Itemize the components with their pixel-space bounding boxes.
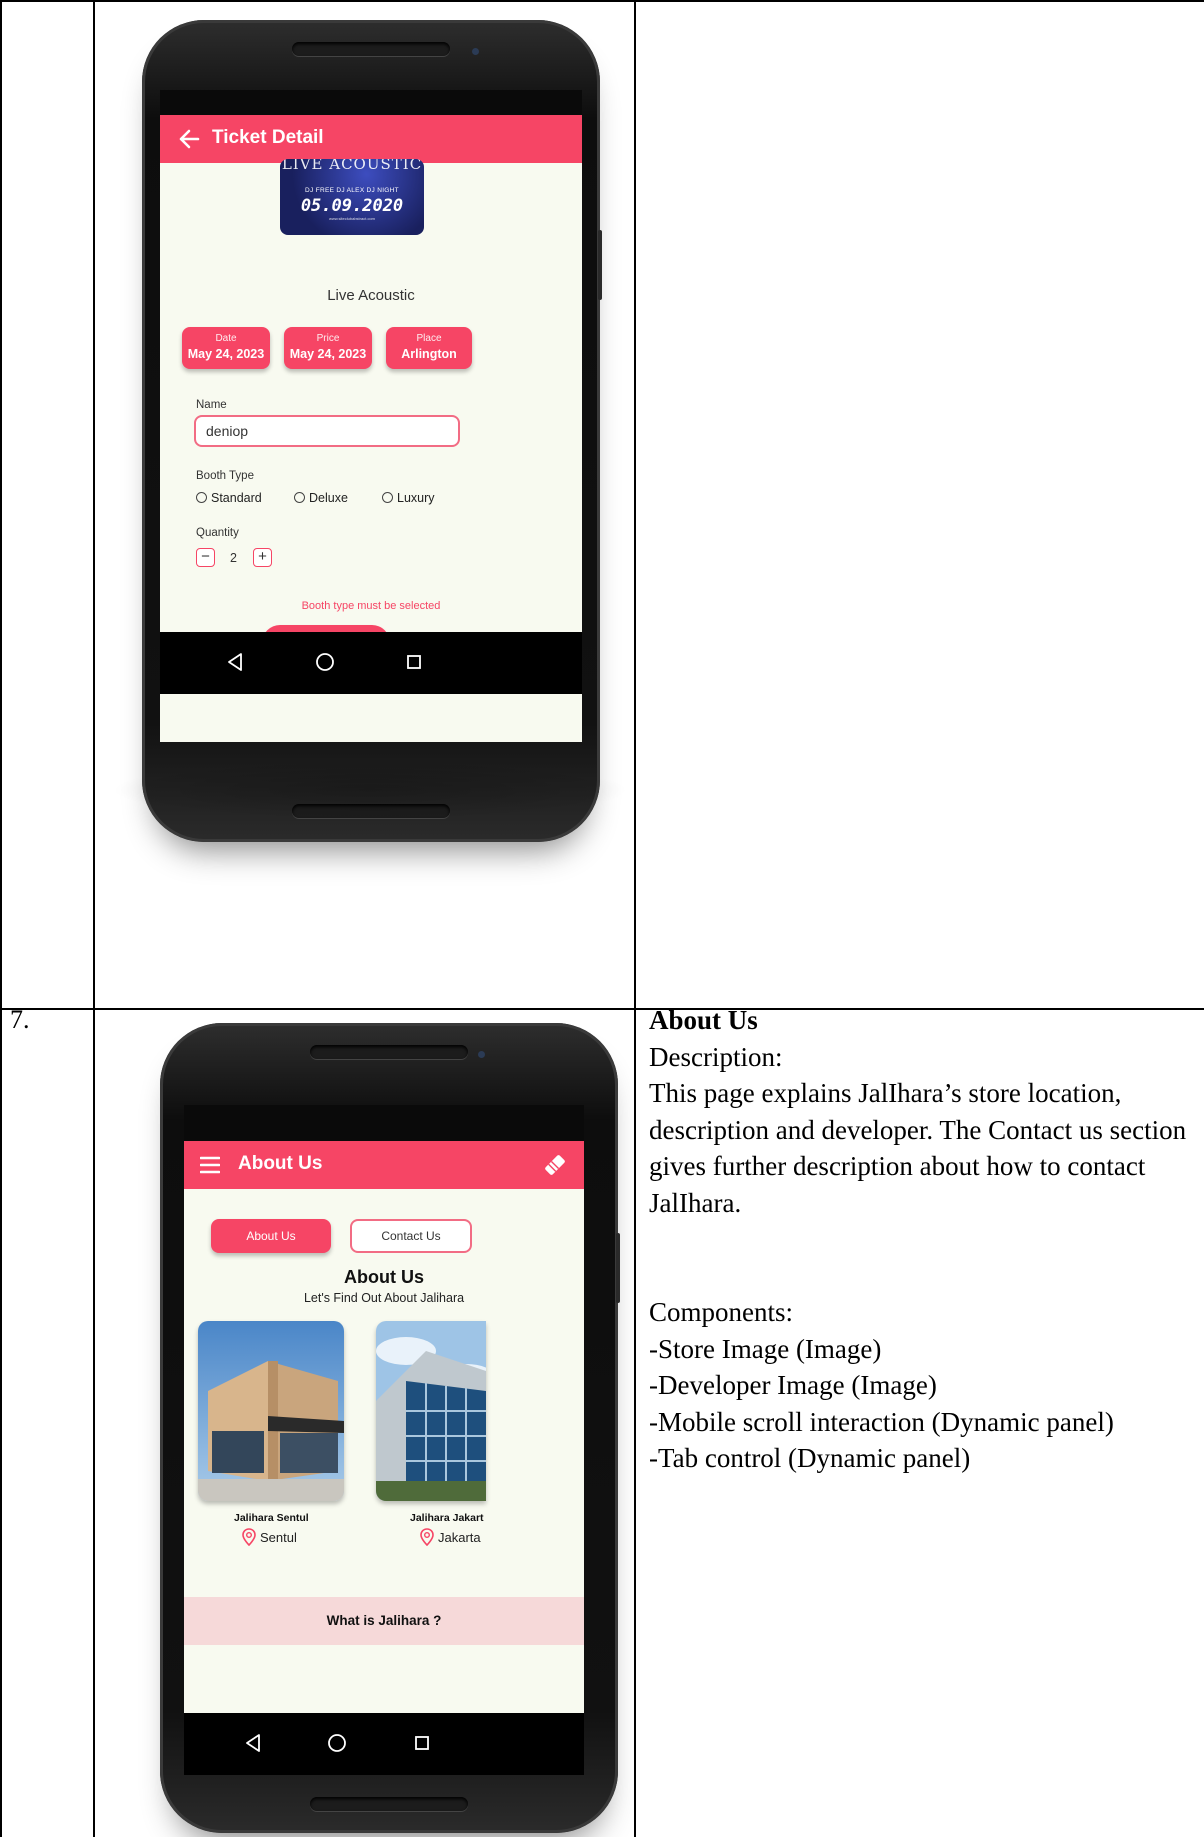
app-bar: About Us bbox=[184, 1141, 584, 1189]
store-image-jakarta bbox=[376, 1321, 486, 1501]
table-column-divider-1 bbox=[93, 0, 95, 1837]
hamburger-menu-icon[interactable] bbox=[200, 1156, 220, 1174]
status-bar bbox=[160, 90, 582, 116]
event-poster-image: LIVE ACOUSTIC DJ FREE DJ ALEX DJ NIGHT 0… bbox=[280, 159, 424, 235]
poster-url: www.siteclubabstract.com bbox=[328, 216, 375, 221]
what-is-jalihara-section[interactable]: What is Jalihara ? bbox=[184, 1597, 584, 1645]
poster-headline: LIVE ACOUSTIC bbox=[281, 159, 423, 173]
tab-about-us[interactable]: About Us bbox=[211, 1219, 331, 1253]
phone-bottom-speaker bbox=[310, 1797, 468, 1811]
tab-contact-us[interactable]: Contact Us bbox=[350, 1219, 472, 1253]
phone-speaker bbox=[292, 42, 450, 56]
store-building-illustration bbox=[376, 1321, 486, 1501]
location-pin-icon bbox=[420, 1528, 434, 1547]
name-label: Name bbox=[196, 399, 227, 411]
store-location-label: Jakarta bbox=[438, 1530, 481, 1545]
page-title: Ticket Detail bbox=[212, 127, 324, 148]
phone-about-us: About Us About Us Contact Us About Us Le… bbox=[160, 1023, 620, 1833]
home-circle-icon[interactable] bbox=[327, 1733, 347, 1753]
description-title: About Us bbox=[649, 1005, 758, 1035]
info-key: Place bbox=[416, 333, 442, 344]
row-number: 7. bbox=[10, 1005, 30, 1034]
name-input[interactable]: deniop bbox=[194, 415, 460, 447]
page-title: About Us bbox=[238, 1153, 323, 1174]
description-text: This page explains JalIhara’s store loca… bbox=[649, 1078, 1187, 1218]
phone-side-key bbox=[616, 1233, 620, 1303]
quantity-value: 2 bbox=[230, 551, 237, 565]
error-message: Booth type must be selected bbox=[301, 600, 441, 612]
description-label: Description: bbox=[649, 1041, 783, 1072]
android-nav-bar bbox=[160, 632, 582, 694]
phone-side-key bbox=[598, 230, 602, 300]
recents-square-icon[interactable] bbox=[406, 654, 422, 670]
event-name: Live Acoustic bbox=[327, 287, 415, 304]
screen: About Us About Us Contact Us About Us Le… bbox=[184, 1105, 584, 1713]
radio-standard[interactable]: Standard bbox=[196, 491, 262, 505]
info-value: May 24, 2023 bbox=[289, 347, 367, 361]
component-item: -Store Image (Image) bbox=[649, 1333, 882, 1364]
app-bar: Ticket Detail bbox=[160, 115, 582, 163]
back-triangle-icon[interactable] bbox=[226, 652, 244, 672]
ticket-icon[interactable] bbox=[542, 1152, 568, 1178]
component-item: -Mobile scroll interaction (Dynamic pane… bbox=[649, 1406, 1114, 1437]
info-box-price: Price May 24, 2023 bbox=[284, 327, 372, 369]
store-building-illustration bbox=[198, 1321, 344, 1501]
phone-camera bbox=[478, 1051, 485, 1058]
radio-label: Luxury bbox=[397, 491, 435, 505]
store-name: Jalihara Sentul bbox=[234, 1512, 309, 1524]
table-border-top bbox=[0, 0, 1204, 2]
radio-label: Standard bbox=[211, 491, 262, 505]
quantity-minus-button[interactable]: − bbox=[196, 548, 215, 567]
back-arrow-icon[interactable] bbox=[178, 129, 200, 149]
info-box-place: Place Arlington bbox=[386, 327, 472, 369]
table-column-divider-2 bbox=[634, 0, 636, 1837]
radio-circle-icon bbox=[382, 492, 393, 503]
back-triangle-icon[interactable] bbox=[244, 1733, 262, 1753]
location-pin-icon bbox=[242, 1528, 256, 1547]
about-heading: About Us bbox=[344, 1267, 424, 1287]
status-bar bbox=[184, 1105, 584, 1141]
phone-camera bbox=[472, 48, 479, 55]
radio-luxury[interactable]: Luxury bbox=[382, 491, 435, 505]
radio-deluxe[interactable]: Deluxe bbox=[294, 491, 348, 505]
about-subheading: Let's Find Out About Jalihara bbox=[303, 1291, 465, 1305]
home-circle-icon[interactable] bbox=[315, 652, 335, 672]
component-item: -Developer Image (Image) bbox=[649, 1370, 937, 1400]
phone-ticket-detail: Ticket Detail LIVE ACOUSTIC DJ FREE DJ A… bbox=[142, 20, 602, 842]
poster-djs: DJ FREE DJ ALEX DJ NIGHT bbox=[305, 187, 399, 194]
phone-shadow bbox=[110, 760, 630, 820]
store-name: Jalihara Jakart bbox=[410, 1512, 484, 1524]
radio-circle-icon bbox=[294, 492, 305, 503]
store-location: Sentul bbox=[242, 1528, 297, 1547]
booth-type-label: Booth Type bbox=[196, 470, 254, 482]
poster-date: 05.09.2020 bbox=[300, 196, 404, 216]
component-item: -Tab control (Dynamic panel) bbox=[649, 1443, 971, 1473]
info-key: Price bbox=[316, 333, 340, 344]
table-border-left bbox=[0, 0, 2, 1837]
radio-circle-icon bbox=[196, 492, 207, 503]
description-cell: About Us Description: This page explains… bbox=[649, 1002, 1194, 1477]
recents-square-icon[interactable] bbox=[414, 1735, 430, 1751]
info-value: Arlington bbox=[401, 347, 457, 361]
quantity-plus-button[interactable]: + bbox=[253, 548, 272, 567]
components-label: Components: bbox=[649, 1297, 794, 1327]
android-nav-bar bbox=[184, 1713, 584, 1775]
info-value: May 24, 2023 bbox=[187, 347, 265, 361]
info-box-date: Date May 24, 2023 bbox=[182, 327, 270, 369]
phone-speaker bbox=[310, 1045, 468, 1059]
quantity-label: Quantity bbox=[196, 527, 239, 539]
store-location-label: Sentul bbox=[260, 1530, 297, 1545]
info-key: Date bbox=[215, 333, 237, 344]
about-content: About Us Contact Us About Us Let's Find … bbox=[184, 1189, 584, 1713]
store-location: Jakarta bbox=[420, 1528, 481, 1547]
store-image-sentul bbox=[198, 1321, 344, 1501]
radio-label: Deluxe bbox=[309, 491, 348, 505]
